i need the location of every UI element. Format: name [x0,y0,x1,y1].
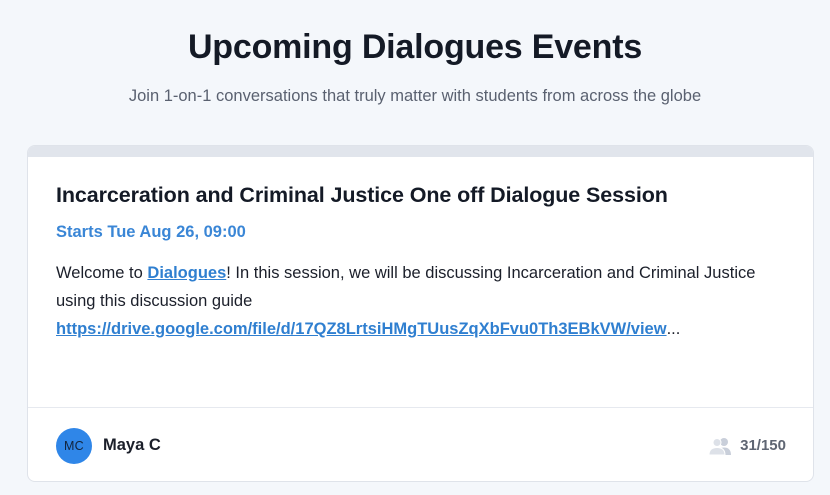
page-title: Upcoming Dialogues Events [187,28,643,66]
capacity-count: 31/150 [740,437,786,454]
desc-ellipsis: ... [666,320,681,338]
card-footer: MC Maya C 31/150 [28,407,813,481]
host-name[interactable]: Maya C [103,436,161,455]
page-subtitle: Join 1-on-1 conversations that truly mat… [128,87,702,105]
card-body: Incarceration and Criminal Justice One o… [28,157,813,343]
event-start-time: Starts Tue Aug 26, 09:00 [56,223,246,241]
event-title[interactable]: Incarceration and Criminal Justice One o… [56,183,785,208]
people-icon [708,437,732,455]
dialogues-link[interactable]: Dialogues [147,264,226,282]
event-description: Welcome to Dialogues! In this session, w… [56,259,756,343]
avatar[interactable]: MC [56,427,92,464]
capacity-indicator: 31/150 [708,436,786,456]
discussion-guide-link[interactable]: https://drive.google.com/file/d/17QZ8Lrt… [56,320,667,338]
event-card[interactable]: Incarceration and Criminal Justice One o… [27,145,814,482]
card-top-bar [28,146,813,157]
desc-prefix: Welcome to [56,264,148,282]
